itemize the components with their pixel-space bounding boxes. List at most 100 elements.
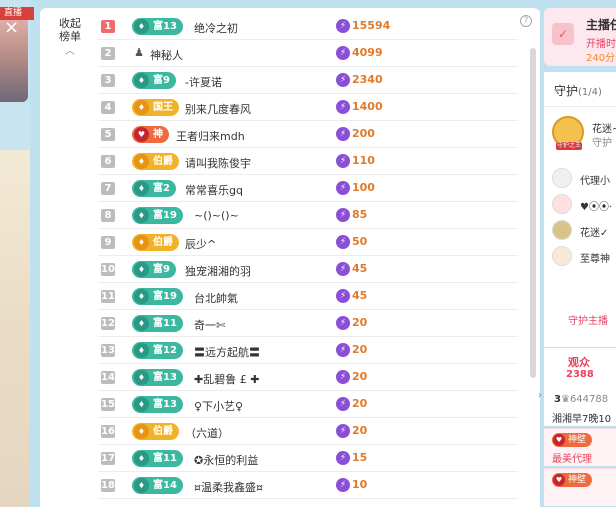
- score-value: 1400: [352, 100, 383, 113]
- chat-message[interactable]: ♥ 神壁: [544, 468, 616, 506]
- lightning-icon: ⚡: [336, 424, 350, 438]
- guard-item[interactable]: 代理小: [552, 168, 616, 188]
- badge-label: 伯爵: [153, 426, 173, 437]
- rank-number: 17: [101, 452, 115, 465]
- ranking-row[interactable]: 17 ♦ 富11 ✪永恒的利益 ⚡ 15: [98, 445, 518, 472]
- audience-id: 3♛644788: [554, 394, 608, 405]
- ranking-row[interactable]: 14 ♦ 富13 ✚乱碧鲁 £ ✚ ⚡ 20: [98, 364, 518, 391]
- right-panel: ✓ 主播任 开播时 240分 守护(1/4) 守护之王 花迷~ 守护 代理小 ♥…: [538, 8, 616, 507]
- ranking-row[interactable]: 12 ♦ 富11 奇一✄ ⚡ 20: [98, 310, 518, 337]
- user-name[interactable]: ♀下小艺♀: [194, 398, 243, 414]
- user-name[interactable]: 独宠湘湘的羽: [185, 263, 251, 279]
- user-name[interactable]: （六道）: [185, 425, 229, 441]
- user-name[interactable]: 〓远方起航〓: [194, 344, 260, 360]
- lightning-icon: ⚡: [336, 19, 350, 33]
- guard-host-button[interactable]: 守护主播: [568, 312, 608, 327]
- user-name[interactable]: ¤温柔我鑫盛¤: [194, 479, 263, 495]
- audience-count: 2388: [566, 369, 594, 380]
- audience-line: 湘湘早7晚10: [552, 414, 612, 425]
- divider: [544, 106, 616, 107]
- ranking-row[interactable]: 10 ♦ 富9 独宠湘湘的羽 ⚡ 45: [98, 256, 518, 283]
- audience-label: 观众: [568, 356, 590, 369]
- ranking-row[interactable]: 18 ♦ 富14 ¤温柔我鑫盛¤ ⚡ 10: [98, 472, 518, 499]
- ranking-row[interactable]: 9 ♦ 伯爵 辰少^ ⚡ 50: [98, 229, 518, 256]
- score-value: 2340: [352, 73, 383, 86]
- lightning-icon: ⚡: [336, 451, 350, 465]
- score-value: 20: [352, 397, 368, 410]
- badge-icon: ♦: [134, 208, 149, 223]
- level-badge: ♦ 伯爵: [132, 153, 179, 170]
- guard-item[interactable]: 花迷✓: [552, 220, 616, 240]
- user-name[interactable]: 神秘人: [150, 47, 183, 63]
- ranking-row[interactable]: 6 ♦ 伯爵 请叫我陈俊宇 ⚡ 110: [98, 148, 518, 175]
- badge-label: 富12: [153, 345, 177, 356]
- lightning-icon: ⚡: [336, 343, 350, 357]
- ranking-row[interactable]: 11 ♦ 富19 台北帥氣 ⚡ 45: [98, 283, 518, 310]
- guard-section: 守护(1/4) 守护之王 花迷~ 守护 代理小 ♥⦿⦿· 花迷✓ 至尊神 守护主…: [544, 72, 616, 347]
- user-name[interactable]: ~()~()~: [194, 209, 239, 222]
- host-task-card[interactable]: ✓ 主播任 开播时 240分: [544, 8, 616, 66]
- score-value: 45: [352, 262, 368, 275]
- ranking-row[interactable]: 3 ♦ 富9 -许夏诺 ⚡ 2340: [98, 67, 518, 94]
- guard-item-name: 代理小: [580, 176, 610, 187]
- lightning-icon: ⚡: [336, 235, 350, 249]
- level-badge: ♦ 富11: [132, 450, 183, 467]
- score-value: 85: [352, 208, 368, 221]
- badge-icon: ♦: [134, 424, 149, 439]
- collapse-label: 收起榜单: [59, 17, 81, 43]
- guard-top-name[interactable]: 花迷~: [592, 120, 616, 135]
- level-badge: ♦ 富13: [132, 369, 183, 386]
- ranking-row[interactable]: 1 ♦ 富13 绝冷之初 ⚡ 15594: [98, 13, 518, 40]
- badge-icon: ♦: [134, 181, 149, 196]
- close-icon[interactable]: ×: [4, 16, 19, 40]
- ranking-row[interactable]: 5 ♥ 神王者归来mdh ⚡ 200: [98, 121, 518, 148]
- help-icon[interactable]: ?: [520, 15, 532, 27]
- badge-icon: ♦: [134, 451, 149, 466]
- ranking-row[interactable]: 4 ♦ 国王 别来几度春风 ⚡ 1400: [98, 94, 518, 121]
- badge-icon: ♦: [134, 19, 149, 34]
- user-name[interactable]: ✚乱碧鲁 £ ✚: [194, 371, 259, 387]
- lightning-icon: ⚡: [336, 397, 350, 411]
- ranking-row[interactable]: 2 ♟ 神秘人 ⚡ 4099: [98, 40, 518, 67]
- guard-item[interactable]: 至尊神: [552, 246, 616, 266]
- score-value: 45: [352, 289, 368, 302]
- user-name[interactable]: ✪永恒的利益: [194, 452, 258, 468]
- badge-label: 伯爵: [153, 237, 173, 248]
- message-text: 最美代理: [552, 454, 592, 465]
- user-name[interactable]: 王者归来mdh: [176, 128, 245, 144]
- guard-top-avatar[interactable]: 守护之王: [552, 116, 584, 150]
- user-name[interactable]: 奇一✄: [194, 317, 225, 333]
- scrollbar[interactable]: [530, 48, 536, 378]
- rank-number: 11: [101, 290, 115, 303]
- collapse-ranking-button[interactable]: 收起榜单 ︿: [54, 17, 86, 58]
- level-badge: ♦ 富13: [132, 18, 183, 35]
- guard-title: 守护: [554, 84, 579, 98]
- avatar: [552, 246, 572, 266]
- rank-number: 10: [101, 263, 115, 276]
- badge-icon: ♦: [134, 235, 149, 250]
- score-value: 15594: [352, 19, 391, 32]
- badge-label: 国王: [153, 102, 173, 113]
- ranking-row[interactable]: 13 ♦ 富12 〓远方起航〓 ⚡ 20: [98, 337, 518, 364]
- ranking-row[interactable]: 7 ♦ 富2 常常喜乐gq ⚡ 100: [98, 175, 518, 202]
- user-name[interactable]: 请叫我陈俊宇: [185, 155, 251, 171]
- ranking-row[interactable]: 8 ♦ 富19 ~()~()~ ⚡ 85: [98, 202, 518, 229]
- user-name[interactable]: 绝冷之初: [194, 20, 238, 36]
- chevron-right-icon[interactable]: ›: [538, 390, 542, 401]
- ranking-panel: 收起榜单 ︿ ? 1 ♦ 富13 绝冷之初 ⚡ 15594 2 ♟ 神秘人 ⚡ 4099 3 ♦ 富9 -许…: [40, 8, 540, 507]
- lightning-icon: ⚡: [336, 478, 350, 492]
- rank-number: 16: [101, 425, 115, 438]
- badge-label: 富19: [153, 210, 177, 221]
- chat-message[interactable]: ♥ 神壁 最美代理: [544, 428, 616, 466]
- user-name[interactable]: 辰少^: [185, 236, 216, 252]
- badge-icon: ♦: [134, 289, 149, 304]
- guard-item[interactable]: ♥⦿⦿·: [552, 194, 616, 214]
- user-name[interactable]: 台北帥氣: [194, 290, 238, 306]
- ranking-row[interactable]: 15 ♦ 富13 ♀下小艺♀ ⚡ 20: [98, 391, 518, 418]
- ranking-row[interactable]: 16 ♦ 伯爵 （六道） ⚡ 20: [98, 418, 518, 445]
- user-name[interactable]: 别来几度春风: [185, 101, 251, 117]
- user-name[interactable]: 常常喜乐gq: [185, 182, 243, 198]
- level-badge: ♦ 富9: [132, 72, 176, 89]
- user-name[interactable]: -许夏诺: [185, 74, 222, 90]
- badge-label: 富19: [153, 291, 177, 302]
